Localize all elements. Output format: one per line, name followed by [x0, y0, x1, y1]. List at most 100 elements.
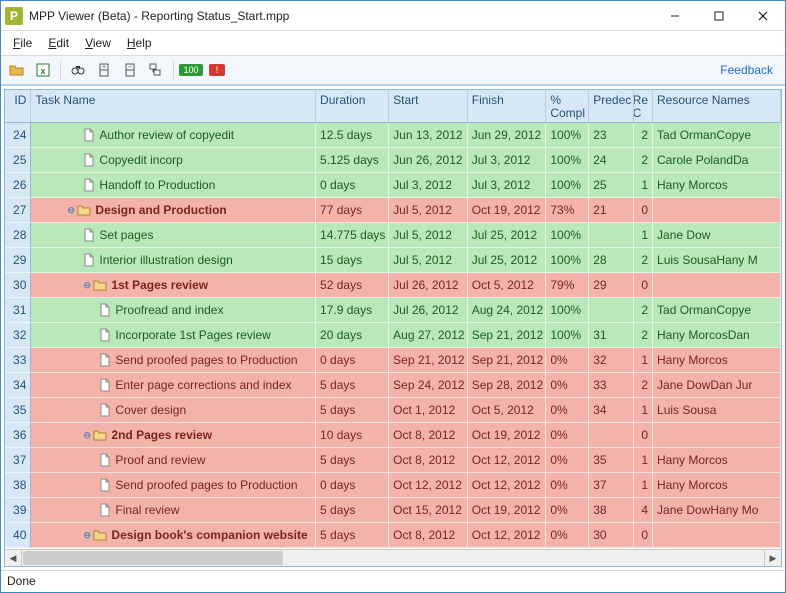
export-excel-button[interactable]: x [31, 59, 55, 81]
header-duration[interactable]: Duration [316, 90, 389, 122]
table-row[interactable]: 27⊖Design and Production77 daysJul 5, 20… [5, 198, 781, 223]
header-resource-names[interactable]: Resource Names [653, 90, 781, 122]
cell-task-name[interactable]: Interior illustration design [31, 248, 316, 273]
header-start[interactable]: Start [389, 90, 468, 122]
cell-resource-names: Hany Morcos [653, 448, 781, 473]
menu-edit[interactable]: Edit [42, 33, 75, 53]
task-name-text: Interior illustration design [99, 253, 232, 267]
scroll-right-arrow[interactable]: ▶ [764, 550, 781, 567]
cell-resource-names: Luis SousaHany M [653, 248, 781, 273]
close-button[interactable] [741, 1, 785, 30]
table-row[interactable]: 37Proof and review5 daysOct 8, 2012Oct 1… [5, 448, 781, 473]
cell-task-name[interactable]: Send proofed pages to Production [31, 473, 316, 498]
table-row[interactable]: 39Final review5 daysOct 15, 2012Oct 19, … [5, 498, 781, 523]
grid-body[interactable]: 24Author review of copyedit12.5 daysJun … [5, 123, 781, 549]
cell-task-name[interactable]: Copyedit incorp [31, 148, 316, 173]
table-row[interactable]: 29Interior illustration design15 daysJul… [5, 248, 781, 273]
horizontal-scrollbar[interactable]: ◀ ▶ [5, 549, 781, 566]
open-file-button[interactable] [5, 59, 29, 81]
cell-start: Jul 3, 2012 [389, 173, 468, 198]
table-row[interactable]: 35Cover design5 daysOct 1, 2012Oct 5, 20… [5, 398, 781, 423]
filter-overdue-button[interactable]: ! [205, 59, 229, 81]
expand-all-button[interactable]: + [92, 59, 116, 81]
header-finish[interactable]: Finish [468, 90, 547, 122]
document-icon [99, 303, 111, 317]
cell-finish: Aug 24, 2012 [468, 298, 547, 323]
cell-finish: Oct 12, 2012 [468, 523, 547, 548]
cell-task-name[interactable]: Proofread and index [31, 298, 316, 323]
header-task-name[interactable]: Task Name [31, 90, 316, 122]
document-icon [99, 478, 111, 492]
cell-duration: 77 days [316, 198, 389, 223]
cell-start: Jul 5, 2012 [389, 198, 468, 223]
toolbar-separator [60, 61, 61, 79]
cell-task-name[interactable]: Enter page corrections and index [31, 373, 316, 398]
cell-resource-names: Hany Morcos [653, 473, 781, 498]
svg-text:−: − [128, 64, 132, 71]
table-row[interactable]: 30⊖1st Pages review52 daysJul 26, 2012Oc… [5, 273, 781, 298]
cell-task-name[interactable]: Cover design [31, 398, 316, 423]
find-button[interactable] [66, 59, 90, 81]
cell-predecessors: 21 [589, 198, 634, 223]
cell-finish: Jul 3, 2012 [468, 173, 547, 198]
cell-task-name[interactable]: Proof and review [31, 448, 316, 473]
menu-view[interactable]: View [79, 33, 117, 53]
cell-start: Jun 26, 2012 [389, 148, 468, 173]
table-row[interactable]: 38Send proofed pages to Production0 days… [5, 473, 781, 498]
table-row[interactable]: 34Enter page corrections and index5 days… [5, 373, 781, 398]
cell-duration: 5 days [316, 498, 389, 523]
cell-task-name[interactable]: ⊖ 2nd Pages review [31, 423, 316, 448]
cell-task-name[interactable]: Author review of copyedit [31, 123, 316, 148]
task-name-text: 2nd Pages review [111, 428, 212, 442]
cell-start: Jul 5, 2012 [389, 248, 468, 273]
cell-resource-count: 2 [634, 323, 653, 348]
table-row[interactable]: 33Send proofed pages to Production0 days… [5, 348, 781, 373]
table-row[interactable]: 31Proofread and index17.9 daysJul 26, 20… [5, 298, 781, 323]
outline-button[interactable] [144, 59, 168, 81]
cell-task-name[interactable]: Set pages [31, 223, 316, 248]
disclosure-toggle[interactable]: ⊖ [67, 205, 75, 216]
cell-id: 37 [5, 448, 31, 473]
minimize-button[interactable] [653, 1, 697, 30]
table-row[interactable]: 28Set pages14.775 daysJul 5, 2012Jul 25,… [5, 223, 781, 248]
cell-task-name[interactable]: Final review [31, 498, 316, 523]
filter-complete-button[interactable]: 100 [179, 59, 203, 81]
app-icon: P [5, 7, 23, 25]
cell-task-name[interactable]: ⊖Design book's companion website [31, 523, 316, 548]
cell-resource-count: 1 [634, 398, 653, 423]
cell-task-name[interactable]: Handoff to Production [31, 173, 316, 198]
cell-task-name[interactable]: ⊖Design and Production [31, 198, 316, 223]
menu-file[interactable]: File [7, 33, 38, 53]
cell-resource-names: Jane DowDan Jur [653, 373, 781, 398]
collapse-all-button[interactable]: − [118, 59, 142, 81]
menu-help[interactable]: Help [121, 33, 158, 53]
table-row[interactable]: 40⊖Design book's companion website5 days… [5, 523, 781, 548]
table-row[interactable]: 26Handoff to Production0 daysJul 3, 2012… [5, 173, 781, 198]
cell-task-name[interactable]: ⊖1st Pages review [31, 273, 316, 298]
cell-finish: Jul 25, 2012 [468, 248, 547, 273]
header-resource-count[interactable]: Re C [634, 90, 653, 122]
disclosure-toggle[interactable]: ⊖ [83, 530, 91, 541]
scroll-thumb[interactable] [23, 551, 283, 565]
cell-finish: Oct 19, 2012 [468, 423, 547, 448]
header-predecessors[interactable]: Predec [589, 90, 634, 122]
cell-predecessors [589, 223, 634, 248]
table-row[interactable]: 32Incorporate 1st Pages review20 daysAug… [5, 323, 781, 348]
scroll-left-arrow[interactable]: ◀ [5, 550, 22, 567]
feedback-link[interactable]: Feedback [720, 63, 773, 77]
cell-resource-count: 1 [634, 223, 653, 248]
cell-duration: 5 days [316, 373, 389, 398]
table-row[interactable]: 36⊖2nd Pages review10 daysOct 8, 2012Oct… [5, 423, 781, 448]
cell-task-name[interactable]: Send proofed pages to Production [31, 348, 316, 373]
cell-task-name[interactable]: Incorporate 1st Pages review [31, 323, 316, 348]
disclosure-toggle[interactable]: ⊖ [83, 280, 91, 291]
maximize-button[interactable] [697, 1, 741, 30]
table-row[interactable]: 25Copyedit incorp5.125 daysJun 26, 2012J… [5, 148, 781, 173]
header-id[interactable]: ID [5, 90, 31, 122]
cell-percent-complete: 0% [546, 348, 589, 373]
task-name-text: Final review [115, 503, 179, 517]
disclosure-toggle[interactable]: ⊖ [83, 430, 91, 441]
header-percent-complete[interactable]: % Compl [546, 90, 589, 122]
table-row[interactable]: 24Author review of copyedit12.5 daysJun … [5, 123, 781, 148]
cell-id: 31 [5, 298, 31, 323]
